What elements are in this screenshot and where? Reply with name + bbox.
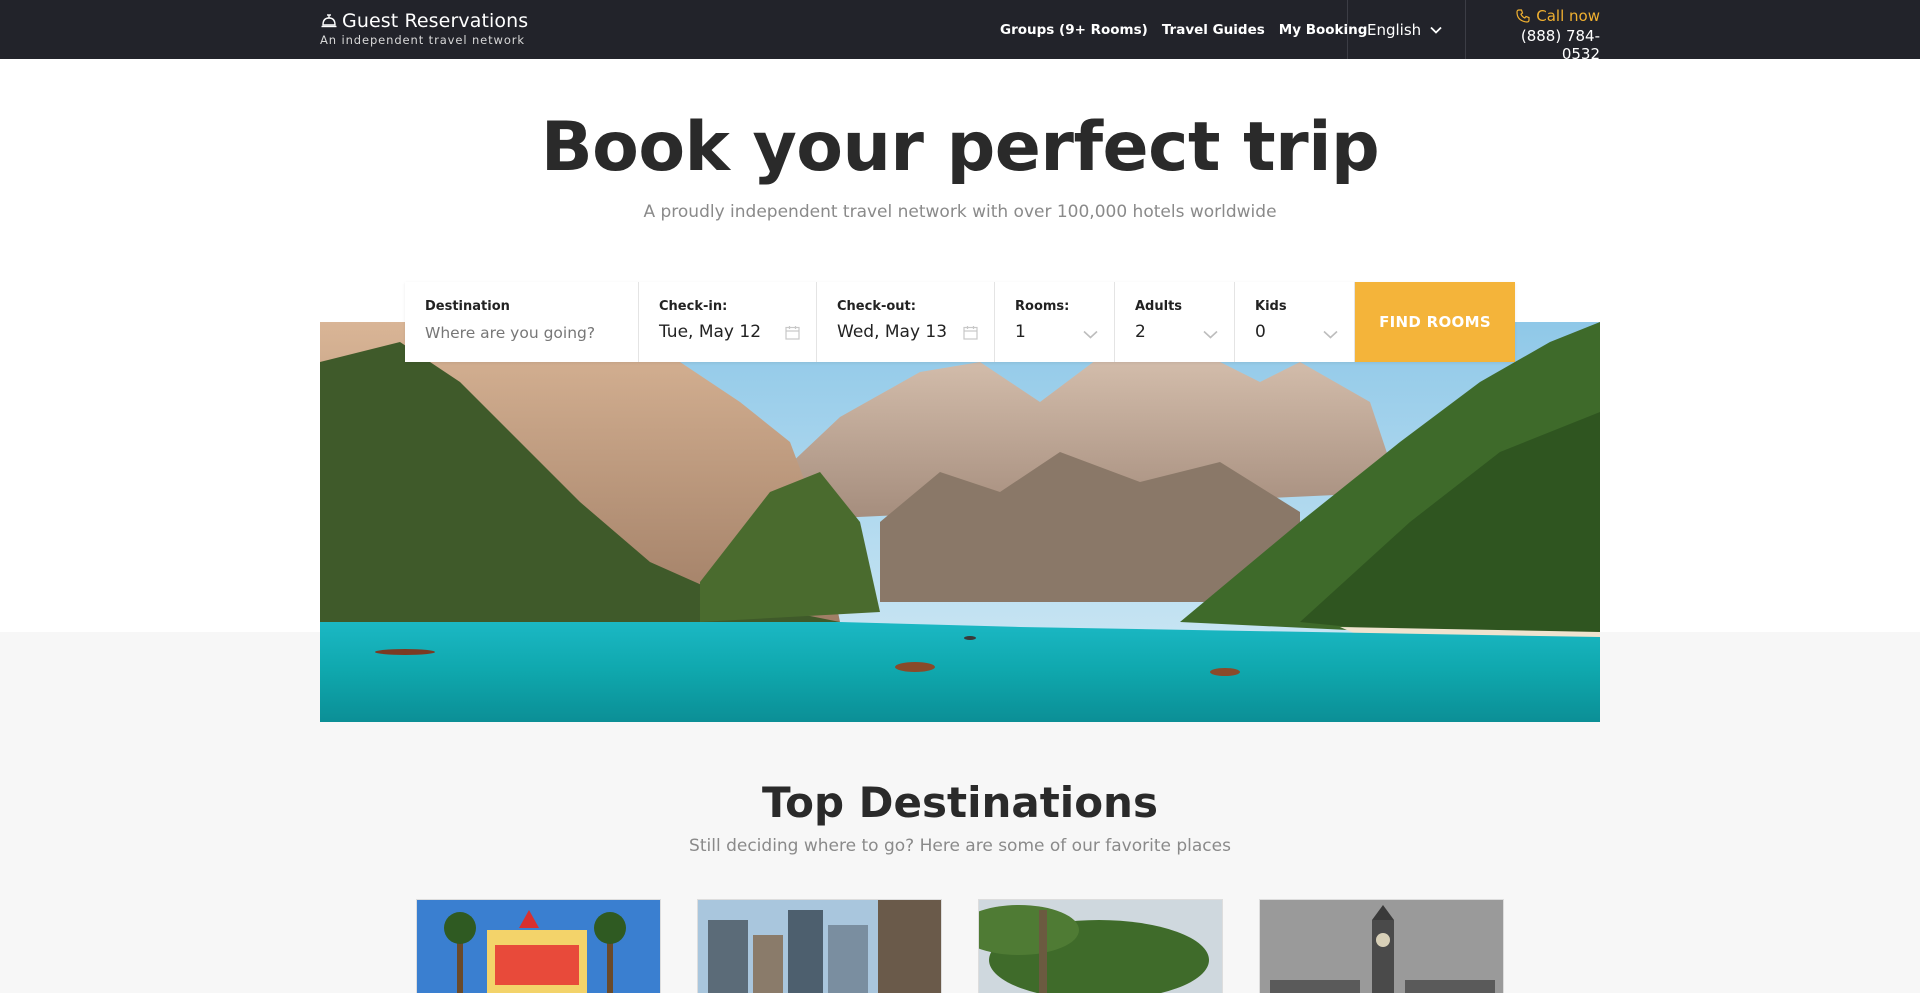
nav-divider [1465, 0, 1466, 59]
lake-mountains-illustration [320, 322, 1600, 722]
destination-card-london[interactable] [1259, 899, 1504, 993]
checkout-value: Wed, May 13 [837, 322, 948, 342]
call-box[interactable]: Call now (888) 784-0532 [1487, 7, 1600, 63]
rooms-label: Rooms: [1015, 299, 1070, 314]
nav-divider [1347, 0, 1348, 59]
hero-landscape-image [320, 322, 1600, 722]
destination-field[interactable]: Destination [405, 282, 639, 362]
destination-card-tropical[interactable] [978, 899, 1223, 993]
brand-tagline: An independent travel network [320, 33, 525, 47]
checkout-field[interactable]: Check-out: Wed, May 13 [817, 282, 995, 362]
calendar-icon [785, 326, 800, 340]
find-rooms-button[interactable]: FIND ROOMS [1355, 282, 1515, 362]
adults-label: Adults [1135, 299, 1183, 314]
hero-title: Book your perfect trip [540, 108, 1380, 187]
phone-icon [1516, 9, 1530, 23]
nav-groups-link[interactable]: Groups (9+ Rooms) [1000, 22, 1148, 38]
rooms-select[interactable]: Rooms: 1 [995, 282, 1115, 362]
call-now-label: Call now [1536, 7, 1600, 25]
brand-row: Guest Reservations [320, 10, 528, 32]
las-vegas-image [417, 900, 660, 993]
top-destinations-subtitle: Still deciding where to go? Here are som… [689, 836, 1231, 856]
destination-card-las-vegas[interactable] [416, 899, 661, 993]
nav-travel-guides-link[interactable]: Travel Guides [1162, 22, 1265, 38]
tropical-palm-image [979, 900, 1222, 993]
calendar-icon [963, 326, 978, 340]
adults-select[interactable]: Adults 2 [1115, 282, 1235, 362]
destination-input[interactable] [425, 324, 595, 342]
checkin-label: Check-in: [659, 299, 728, 314]
checkin-field[interactable]: Check-in: Tue, May 12 [639, 282, 817, 362]
phone-number: (888) 784-0532 [1520, 27, 1600, 63]
destination-card-city[interactable] [697, 899, 942, 993]
kids-select[interactable]: Kids 0 [1235, 282, 1355, 362]
chevron-down-icon [1430, 26, 1442, 34]
chevron-down-icon [1323, 330, 1338, 339]
hero-subtitle: A proudly independent travel network wit… [643, 202, 1277, 222]
brand-logo[interactable]: Guest Reservations An independent travel… [320, 10, 528, 47]
language-label: English [1367, 20, 1422, 39]
big-ben-image [1260, 900, 1503, 993]
top-nav-bar: Guest Reservations An independent travel… [0, 0, 1920, 63]
bell-icon [321, 14, 337, 28]
chevron-down-icon [1083, 330, 1098, 339]
destination-label: Destination [425, 299, 510, 314]
kids-label: Kids [1255, 299, 1287, 314]
nav-links: Groups (9+ Rooms) Travel Guides My Booki… [1000, 0, 1367, 59]
language-selector[interactable]: English [1367, 0, 1442, 59]
city-skyline-image [698, 900, 941, 993]
top-destinations-title: Top Destinations [762, 778, 1158, 827]
checkout-label: Check-out: [837, 299, 916, 314]
checkin-value: Tue, May 12 [659, 322, 762, 342]
call-row: Call now [1487, 7, 1600, 25]
chevron-down-icon [1203, 330, 1218, 339]
search-bar: Destination Check-in: Tue, May 12 Check-… [405, 282, 1515, 362]
brand-name: Guest Reservations [342, 10, 529, 32]
nav-my-booking-link[interactable]: My Booking [1279, 22, 1368, 38]
